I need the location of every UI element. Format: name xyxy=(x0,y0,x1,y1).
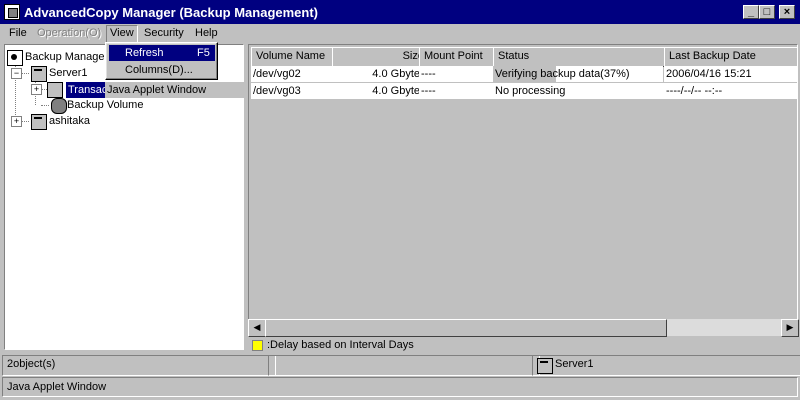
columns-label: Columns(D)... xyxy=(125,64,193,76)
view-menu-dropdown: Refresh F5 Columns(D)... xyxy=(105,42,218,80)
column-header-size[interactable]: Size xyxy=(332,47,429,67)
close-button[interactable]: × xyxy=(779,5,795,19)
scroll-thumb[interactable] xyxy=(265,319,667,337)
menu-security[interactable]: Security xyxy=(141,25,187,41)
column-header-last-backup[interactable]: Last Backup Date xyxy=(664,47,797,67)
menu-help[interactable]: Help xyxy=(192,25,221,41)
menu-item-columns[interactable]: Columns(D)... xyxy=(109,62,215,78)
table-cell-size[interactable]: 4.0 Gbyte xyxy=(332,83,422,99)
tree-label-backup-volume: Backup Volume xyxy=(67,99,144,111)
status-object-count: 2object(s) xyxy=(2,355,276,376)
tree-label-ashitaka: ashitaka xyxy=(49,115,90,127)
title-bar[interactable]: AdvancedCopy Manager (Backup Management)… xyxy=(0,0,800,24)
menu-view[interactable]: View xyxy=(106,25,138,43)
menu-bar: File Operation(O) View Security Help xyxy=(0,24,800,43)
minimize-button[interactable]: _ xyxy=(743,5,759,19)
table-cell-status[interactable]: Verifying backup data(37%) xyxy=(493,66,663,82)
tree-label-transaction[interactable]: Transac xyxy=(66,82,110,98)
status-server: Server1 xyxy=(532,355,800,376)
refresh-label: Refresh xyxy=(125,47,164,59)
applet-warning-bar: Java Applet Window xyxy=(2,377,798,397)
legend-swatch xyxy=(252,340,263,351)
maximize-button[interactable]: □ xyxy=(759,5,775,19)
table-cell-date[interactable]: 2006/04/16 15:21 xyxy=(664,66,797,82)
status-text: Verifying backup data(37%) xyxy=(495,68,630,80)
column-header-volume-name[interactable]: Volume Name xyxy=(251,47,342,67)
expand-icon[interactable]: + xyxy=(11,116,22,127)
backup-volume-icon xyxy=(51,98,67,114)
window-title: AdvancedCopy Manager (Backup Management) xyxy=(24,5,319,20)
collapse-icon[interactable]: − xyxy=(11,68,22,79)
status-empty xyxy=(268,355,540,376)
expand-icon[interactable]: + xyxy=(31,84,42,95)
server-icon xyxy=(31,66,47,82)
scroll-right-icon[interactable]: ▶ xyxy=(781,319,799,337)
applet-tooltip: Java Applet Window xyxy=(105,82,247,98)
volume-table[interactable]: Volume Name Size Mount Point Status Last… xyxy=(248,44,798,336)
status-server-label: Server1 xyxy=(555,358,594,370)
tree-label-root: Backup Manager xyxy=(25,51,109,63)
table-cell-status[interactable]: No processing xyxy=(493,83,667,99)
table-cell-volume[interactable]: /dev/vg03 xyxy=(251,83,335,99)
server-icon xyxy=(537,358,553,374)
scroll-left-icon[interactable]: ◀ xyxy=(248,319,266,337)
menu-operation[interactable]: Operation(O) xyxy=(34,25,104,41)
app-icon[interactable] xyxy=(4,4,20,20)
table-cell-mount[interactable]: ---- xyxy=(419,83,496,99)
refresh-shortcut: F5 xyxy=(197,47,210,59)
legend: :Delay based on Interval Days xyxy=(248,337,798,355)
column-header-mount-point[interactable]: Mount Point xyxy=(419,47,503,67)
menu-file[interactable]: File xyxy=(6,25,30,41)
server-icon xyxy=(31,114,47,130)
menu-item-refresh[interactable]: Refresh F5 xyxy=(109,45,215,61)
legend-text: :Delay based on Interval Days xyxy=(267,339,414,351)
table-cell-size[interactable]: 4.0 Gbyte xyxy=(332,66,422,82)
table-cell-volume[interactable]: /dev/vg02 xyxy=(251,66,335,82)
table-cell-date[interactable]: ----/--/-- --:-- xyxy=(664,83,797,99)
transaction-icon xyxy=(47,82,63,98)
horizontal-scrollbar[interactable]: ◀ ▶ xyxy=(248,319,799,337)
table-cell-mount[interactable]: ---- xyxy=(419,66,496,82)
column-header-status[interactable]: Status xyxy=(493,47,674,67)
tree-label-server1: Server1 xyxy=(49,67,88,79)
backup-manager-icon xyxy=(7,50,23,66)
